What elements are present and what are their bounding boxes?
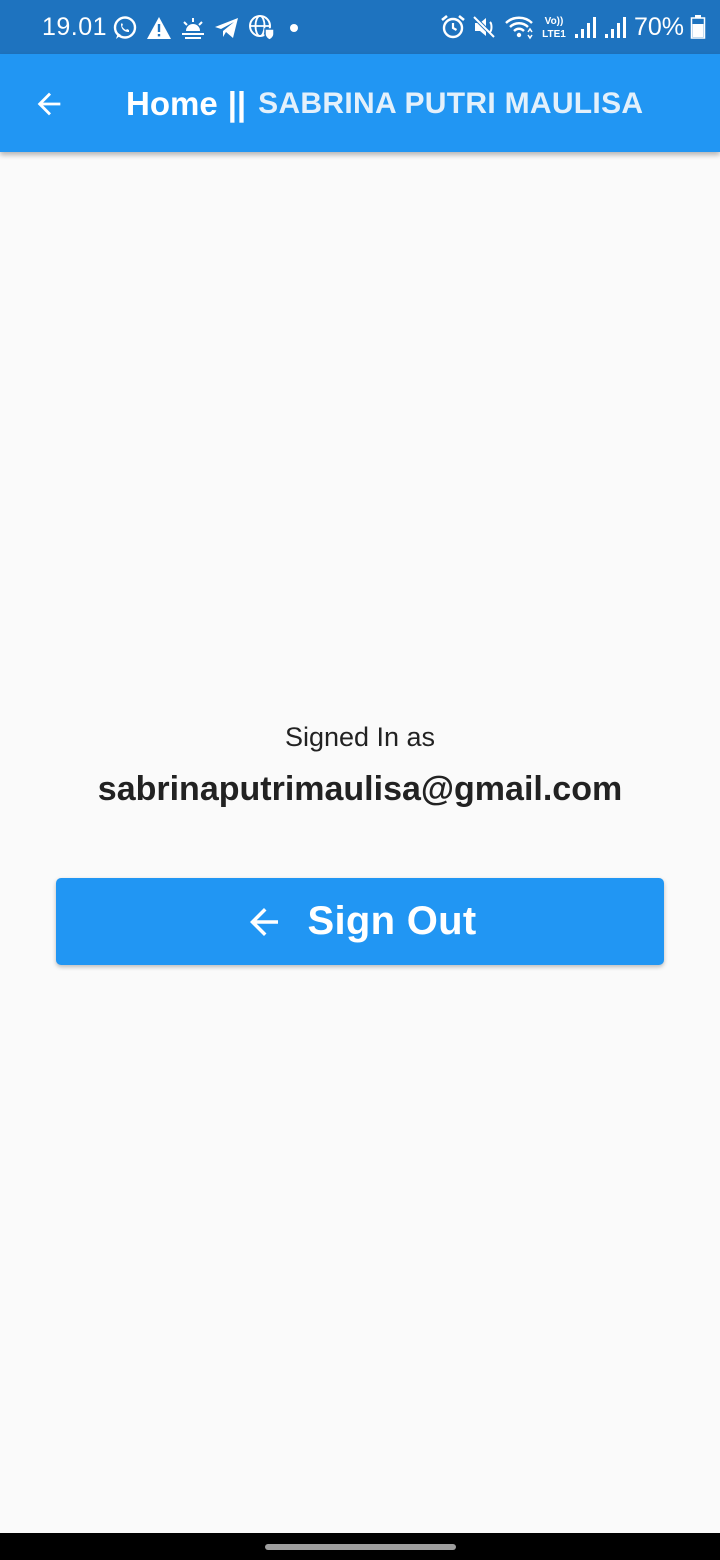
- title-home: Home: [126, 85, 218, 122]
- title-separator: ||: [227, 85, 247, 122]
- app-bar: Home || SABRINA PUTRI MAULISA: [0, 54, 720, 152]
- home-gesture-handle[interactable]: [265, 1544, 456, 1550]
- svg-text:LTE1: LTE1: [542, 29, 566, 40]
- signed-in-label: Signed In as: [284, 722, 436, 752]
- vpn-globe-icon: [249, 15, 275, 41]
- screen: 19.01 Vo)) LTE1 70% Home || SABRINA PUTR…: [0, 0, 720, 1560]
- battery-icon: [690, 15, 706, 39]
- status-time: 19.01: [42, 13, 108, 41]
- alarm-icon: [441, 14, 465, 39]
- sign-out-button[interactable]: Sign Out: [56, 878, 664, 965]
- arrow-back-icon: [37, 92, 61, 116]
- weather-icon: [182, 18, 204, 39]
- signal-icon: [604, 17, 626, 38]
- dot-icon: [290, 24, 298, 32]
- status-bar: 19.01 Vo)) LTE1 70%: [0, 0, 720, 54]
- status-left-icons: [112, 14, 304, 42]
- navigation-bar: [0, 1533, 720, 1560]
- signal-icon: [574, 17, 596, 38]
- whatsapp-icon: [113, 16, 137, 39]
- title-user-name: SABRINA PUTRI MAULISA: [258, 87, 644, 120]
- svg-text:Vo)): Vo)): [545, 16, 564, 27]
- battery-percent: 70%: [633, 13, 684, 41]
- back-button[interactable]: [24, 79, 74, 129]
- arrow-back-icon: [250, 907, 279, 936]
- warning-icon: [147, 17, 171, 39]
- sign-out-label: Sign Out: [307, 899, 477, 943]
- wifi-icon: [505, 16, 533, 40]
- volte-icon: Vo)) LTE1: [542, 16, 566, 40]
- user-email: sabrinaputrimaulisa@gmail.com: [97, 770, 623, 808]
- status-right-icons: Vo)) LTE1 70%: [440, 12, 706, 42]
- telegram-icon: [215, 18, 238, 38]
- mute-icon: [472, 15, 496, 39]
- page-title: Home || SABRINA PUTRI MAULISA: [126, 84, 643, 124]
